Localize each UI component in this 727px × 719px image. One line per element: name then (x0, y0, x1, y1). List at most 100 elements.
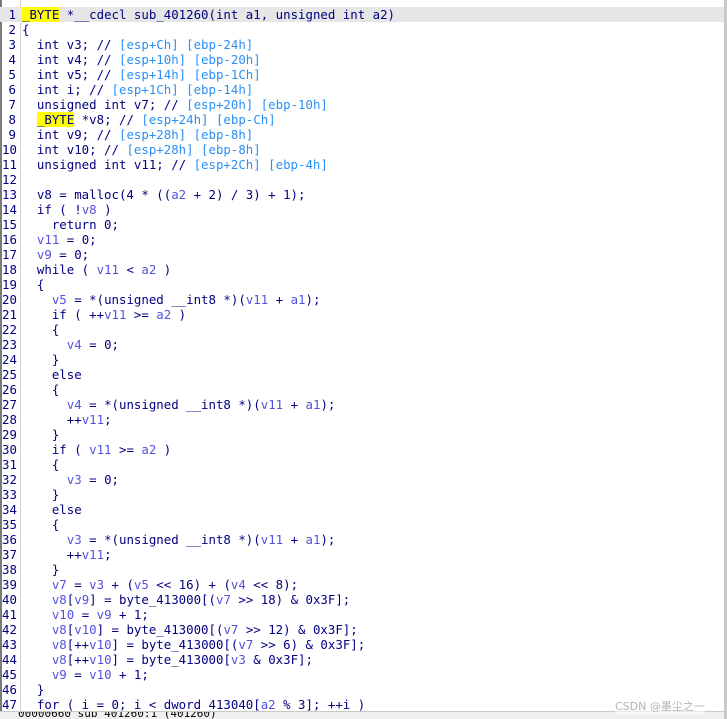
code-text[interactable]: } (22, 682, 44, 697)
code-line[interactable]: 1 _BYTE *__cdecl sub_401260(int a1, unsig… (0, 7, 724, 22)
code-line[interactable]: 39 v7 = v3 + (v5 << 16) + (v4 << 8); (0, 577, 724, 592)
code-text[interactable]: _BYTE *v8; // [esp+24h] [ebp-Ch] (22, 112, 276, 127)
code-text[interactable]: ++v11; (22, 412, 112, 427)
code-text[interactable]: int v9; // [esp+28h] [ebp-8h] (22, 127, 253, 142)
code-text[interactable]: if ( v11 >= a2 ) (22, 442, 171, 457)
code-line[interactable]: 19 { (0, 277, 724, 292)
code-line[interactable]: 4 int v4; // [esp+10h] [ebp-20h] (0, 52, 724, 67)
code-text[interactable]: _BYTE *__cdecl sub_401260(int a1, unsign… (22, 7, 395, 22)
code-text[interactable]: { (22, 22, 29, 37)
line-number: 43 (2, 637, 17, 652)
code-line[interactable]: 30 if ( v11 >= a2 ) (0, 442, 724, 457)
code-text[interactable]: } (22, 352, 59, 367)
code-line[interactable]: 26 { (0, 382, 724, 397)
code-line[interactable]: 10 int v10; // [esp+28h] [ebp-8h] (0, 142, 724, 157)
code-text[interactable]: for ( i = 0; i < dword_413040[a2 % 3]; +… (22, 697, 365, 712)
code-text[interactable]: v5 = *(unsigned __int8 *)(v11 + a1); (22, 292, 321, 307)
code-text[interactable]: int v10; // [esp+28h] [ebp-8h] (22, 142, 261, 157)
code-line[interactable]: 41 v10 = v9 + 1; (0, 607, 724, 622)
code-line[interactable]: 16 v11 = 0; (0, 232, 724, 247)
code-text[interactable]: int i; // [esp+1Ch] [ebp-14h] (22, 82, 253, 97)
code-text[interactable]: return 0; (22, 217, 119, 232)
code-line[interactable]: 32 v3 = 0; (0, 472, 724, 487)
code-text[interactable]: v9 = v10 + 1; (22, 667, 149, 682)
code-text[interactable]: { (22, 277, 44, 292)
code-line[interactable]: 6 int i; // [esp+1Ch] [ebp-14h] (0, 82, 724, 97)
code-text[interactable]: int v4; // [esp+10h] [ebp-20h] (22, 52, 261, 67)
code-text[interactable]: while ( v11 < a2 ) (22, 262, 171, 277)
code-line[interactable]: 44 v8[++v10] = byte_413000[v3 & 0x3F]; (0, 652, 724, 667)
code-text[interactable]: v8[++v10] = byte_413000[(v7 >> 6) & 0x3F… (22, 637, 365, 652)
code-text[interactable]: { (22, 457, 59, 472)
code-text[interactable]: unsigned int v7; // [esp+20h] [ebp-10h] (22, 97, 328, 112)
code-line[interactable]: 8 _BYTE *v8; // [esp+24h] [ebp-Ch] (0, 112, 724, 127)
code-line[interactable]: 43 v8[++v10] = byte_413000[(v7 >> 6) & 0… (0, 637, 724, 652)
code-line[interactable]: 28 ++v11; (0, 412, 724, 427)
code-text[interactable]: v11 = 0; (22, 232, 97, 247)
code-text[interactable]: { (22, 322, 59, 337)
code-line[interactable]: 35 { (0, 517, 724, 532)
code-text[interactable]: v9 = 0; (22, 247, 89, 262)
code-line[interactable]: 13 v8 = malloc(4 * ((a2 + 2) / 3) + 1); (0, 187, 724, 202)
code-text[interactable]: int v5; // [esp+14h] [ebp-1Ch] (22, 67, 261, 82)
code-text[interactable]: v4 = *(unsigned __int8 *)(v11 + a1); (22, 397, 336, 412)
pseudocode-view[interactable]: 1 _BYTE *__cdecl sub_401260(int a1, unsig… (0, 0, 727, 719)
code-line[interactable]: 21 if ( ++v11 >= a2 ) (0, 307, 724, 322)
code-text[interactable]: v8 = malloc(4 * ((a2 + 2) / 3) + 1); (22, 187, 306, 202)
code-line[interactable]: 11 unsigned int v11; // [esp+2Ch] [ebp-4… (0, 157, 724, 172)
line-number: 28 (2, 412, 17, 427)
code-line[interactable]: 42 v8[v10] = byte_413000[(v7 >> 12) & 0x… (0, 622, 724, 637)
code-line[interactable]: 36 v3 = *(unsigned __int8 *)(v11 + a1); (0, 532, 724, 547)
line-number: 41 (2, 607, 17, 622)
code-line[interactable]: 15 return 0; (0, 217, 724, 232)
code-text[interactable]: { (22, 382, 59, 397)
code-line[interactable]: 3 int v3; // [esp+Ch] [ebp-24h] (0, 37, 724, 52)
code-text[interactable]: if ( ++v11 >= a2 ) (22, 307, 186, 322)
code-text[interactable]: { (22, 517, 59, 532)
code-line[interactable]: 27 v4 = *(unsigned __int8 *)(v11 + a1); (0, 397, 724, 412)
code-text[interactable]: else (22, 502, 82, 517)
code-line[interactable]: 29 } (0, 427, 724, 442)
code-line[interactable]: 9 int v9; // [esp+28h] [ebp-8h] (0, 127, 724, 142)
code-text[interactable]: v8[v10] = byte_413000[(v7 >> 12) & 0x3F]… (22, 622, 358, 637)
code-line[interactable]: 22 { (0, 322, 724, 337)
code-line[interactable]: 37 ++v11; (0, 547, 724, 562)
code-line[interactable]: 33 } (0, 487, 724, 502)
code-text[interactable]: v7 = v3 + (v5 << 16) + (v4 << 8); (22, 577, 298, 592)
code-line[interactable]: 14 if ( !v8 ) (0, 202, 724, 217)
code-text[interactable]: if ( !v8 ) (22, 202, 112, 217)
line-number: 25 (2, 367, 17, 382)
code-line[interactable]: 46 } (0, 682, 724, 697)
code-line[interactable]: 17 v9 = 0; (0, 247, 724, 262)
code-line[interactable]: 7 unsigned int v7; // [esp+20h] [ebp-10h… (0, 97, 724, 112)
line-number: 47 (2, 697, 17, 712)
code-line[interactable]: 2{ (0, 22, 724, 37)
code-text[interactable]: v3 = 0; (22, 472, 119, 487)
code-line[interactable]: 12 (0, 172, 724, 187)
code-text[interactable]: } (22, 562, 59, 577)
code-text[interactable]: v4 = 0; (22, 337, 119, 352)
code-line[interactable]: 18 while ( v11 < a2 ) (0, 262, 724, 277)
code-line[interactable]: 25 else (0, 367, 724, 382)
code-text[interactable]: ++v11; (22, 547, 112, 562)
code-text[interactable]: v3 = *(unsigned __int8 *)(v11 + a1); (22, 532, 336, 547)
code-line[interactable]: 23 v4 = 0; (0, 337, 724, 352)
code-text[interactable]: else (22, 367, 82, 382)
code-text[interactable]: } (22, 487, 59, 502)
code-line[interactable]: 5 int v5; // [esp+14h] [ebp-1Ch] (0, 67, 724, 82)
code-text[interactable]: v8[v9] = byte_413000[(v7 >> 18) & 0x3F]; (22, 592, 350, 607)
line-number: 40 (2, 592, 17, 607)
code-line[interactable]: 45 v9 = v10 + 1; (0, 667, 724, 682)
code-line[interactable]: 20 v5 = *(unsigned __int8 *)(v11 + a1); (0, 292, 724, 307)
code-line[interactable]: 31 { (0, 457, 724, 472)
code-text[interactable]: int v3; // [esp+Ch] [ebp-24h] (22, 37, 253, 52)
code-text[interactable]: v10 = v9 + 1; (22, 607, 149, 622)
code-text[interactable]: unsigned int v11; // [esp+2Ch] [ebp-4h] (22, 157, 328, 172)
code-line[interactable]: 40 v8[v9] = byte_413000[(v7 >> 18) & 0x3… (0, 592, 724, 607)
line-number: 37 (2, 547, 17, 562)
code-line[interactable]: 24 } (0, 352, 724, 367)
code-text[interactable]: v8[++v10] = byte_413000[v3 & 0x3F]; (22, 652, 313, 667)
code-text[interactable]: } (22, 427, 59, 442)
code-line[interactable]: 38 } (0, 562, 724, 577)
code-line[interactable]: 34 else (0, 502, 724, 517)
